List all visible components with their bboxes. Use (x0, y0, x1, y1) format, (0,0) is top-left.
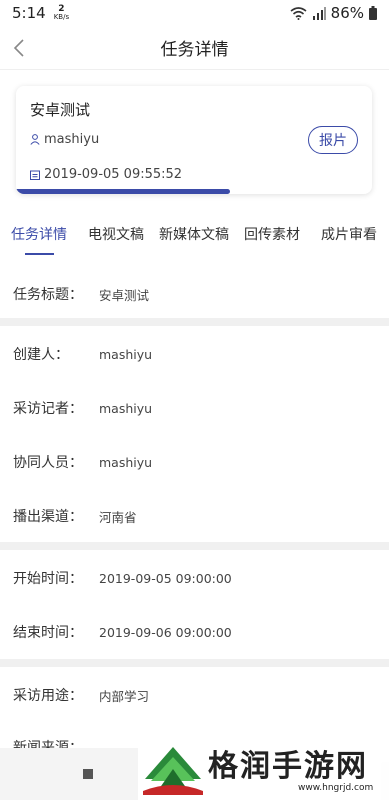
recent-apps-button[interactable] (83, 769, 93, 779)
detail-value: 2019-09-05 09:00:00 (99, 570, 232, 586)
detail-label: 采访用途： (13, 688, 83, 704)
network-speed: 2 KB/s (54, 5, 69, 21)
status-time: 5:14 (12, 4, 46, 22)
section-divider (0, 542, 389, 550)
watermark: 格润手游网 www.hngrjd.com (138, 735, 389, 800)
detail-label: 创建人： (13, 347, 69, 363)
detail-row-task-title: 任务标题： 安卓测试 (0, 267, 389, 321)
watermark-url: www.hngrjd.com (298, 783, 374, 793)
detail-row-collaborators: 协同人员： mashiyu (0, 435, 389, 489)
detail-row-creator: 创建人： mashiyu (0, 327, 389, 381)
tab-bar: 任务详情 电视文稿 新媒体文稿 回传素材 成片审看 (0, 214, 389, 256)
tab-new-media-script[interactable]: 新媒体文稿 (159, 224, 229, 244)
back-button[interactable] (8, 34, 30, 62)
wifi-icon (290, 7, 307, 20)
battery-icon (369, 6, 377, 20)
tab-final-review[interactable]: 成片审看 (321, 224, 377, 244)
signal-icon (312, 6, 326, 20)
detail-label: 播出渠道： (13, 509, 83, 525)
detail-row-start-time: 开始时间： 2019-09-05 09:00:00 (0, 551, 389, 605)
detail-label: 开始时间： (13, 571, 83, 587)
tab-tv-script[interactable]: 电视文稿 (88, 224, 144, 244)
task-creator: mashiyu (30, 132, 99, 147)
watermark-text: 格润手游网 (208, 749, 368, 784)
section-divider (0, 318, 389, 326)
watermark-logo-icon (143, 747, 203, 795)
task-date: 2019-09-05 09:55:52 (30, 167, 182, 182)
detail-label: 任务标题： (13, 287, 83, 303)
task-progress-bar (16, 189, 230, 194)
page-title: 任务详情 (160, 40, 229, 60)
status-right: 86% (290, 4, 377, 22)
task-creator-name: mashiyu (44, 132, 100, 147)
detail-value: mashiyu (99, 454, 153, 470)
calendar-icon (30, 170, 40, 180)
detail-label: 协同人员： (13, 455, 83, 471)
report-button[interactable]: 报片 (308, 126, 358, 154)
battery-percent: 86% (330, 4, 364, 22)
detail-value: mashiyu (99, 346, 153, 362)
user-icon (30, 134, 40, 145)
detail-value: 安卓测试 (99, 287, 150, 303)
active-tab-indicator (25, 253, 54, 255)
network-speed-unit: KB/s (53, 13, 70, 21)
task-date-value: 2019-09-05 09:55:52 (44, 167, 183, 182)
status-bar: 5:14 2 KB/s 86% (0, 0, 389, 26)
detail-row-purpose: 采访用途： 内部学习 (0, 668, 389, 722)
detail-label: 采访记者： (13, 401, 83, 417)
task-summary-card: 安卓测试 mashiyu 2019-09-05 09:55:52 报片 (16, 86, 372, 194)
nav-header: 任务详情 (0, 26, 389, 70)
tab-task-details[interactable]: 任务详情 (11, 224, 67, 244)
task-name: 安卓测试 (30, 101, 91, 119)
chevron-left-icon (13, 39, 24, 57)
detail-row-end-time: 结束时间： 2019-09-06 09:00:00 (0, 605, 389, 659)
detail-row-channel: 播出渠道： 河南省 (0, 489, 389, 543)
tab-returned-material[interactable]: 回传素材 (244, 224, 300, 244)
section-divider (0, 659, 389, 667)
detail-row-reporter: 采访记者： mashiyu (0, 381, 389, 435)
detail-label: 结束时间： (13, 625, 83, 641)
detail-value: 2019-09-06 09:00:00 (99, 624, 232, 640)
detail-value: mashiyu (99, 400, 153, 416)
detail-value: 内部学习 (99, 688, 150, 704)
detail-value: 河南省 (99, 509, 137, 525)
